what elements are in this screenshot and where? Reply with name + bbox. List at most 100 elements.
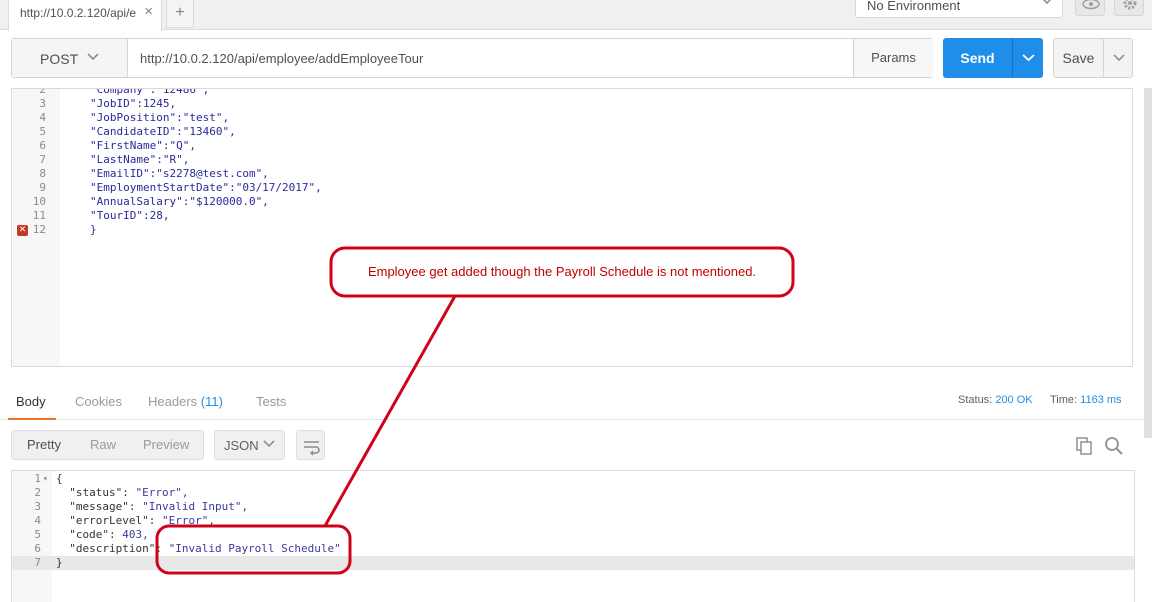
- view-mode-group: Pretty Raw Preview: [11, 430, 204, 460]
- chevron-down-icon: [87, 53, 99, 61]
- line-number: 4: [39, 111, 46, 124]
- line-number: 9: [39, 181, 46, 194]
- tab-headers[interactable]: Headers (11): [148, 394, 223, 409]
- json-entry: "code": 403,: [56, 528, 149, 542]
- postman-window: http://10.0.2.120/api/e × + No Environme…: [0, 0, 1152, 602]
- eye-icon[interactable]: [1075, 0, 1105, 16]
- code-text: "AnnualSalary":"$120000.0",: [90, 195, 269, 208]
- line-number: 5: [39, 125, 46, 138]
- environment-label: No Environment: [867, 0, 961, 13]
- code-line: 5 "CandidateID":"13460",: [12, 125, 1132, 139]
- json-separator: :: [148, 514, 162, 527]
- fold-toggle-icon[interactable]: ▾: [43, 472, 48, 486]
- line-number: 4: [34, 514, 41, 527]
- send-button[interactable]: Send: [943, 38, 1043, 78]
- response-line: 3 "message": "Invalid Input",: [12, 500, 1134, 514]
- preview-button[interactable]: Preview: [143, 431, 189, 459]
- annotation-text: Employee get added though the Payroll Sc…: [367, 264, 757, 279]
- method-select[interactable]: POST: [12, 39, 128, 77]
- json-separator: :: [155, 542, 169, 555]
- request-tab-bar: http://10.0.2.120/api/e × + No Environme…: [0, 0, 1152, 31]
- line-number: 2: [39, 88, 46, 96]
- json-key: "description": [69, 542, 156, 555]
- tab-body[interactable]: Body: [16, 394, 46, 409]
- json-value: "Error",: [135, 486, 189, 499]
- code-text: "FirstName":"Q",: [90, 139, 196, 152]
- url-input[interactable]: http://10.0.2.120/api/employee/addEmploy…: [140, 51, 423, 66]
- chevron-down-icon: [1042, 0, 1052, 5]
- code-text: "EmailID":"s2278@test.com",: [90, 167, 269, 180]
- line-number: 6: [34, 542, 41, 555]
- environment-select[interactable]: No Environment: [855, 0, 1063, 18]
- copy-icon[interactable]: [1075, 436, 1095, 456]
- chevron-down-icon: [263, 440, 275, 448]
- request-tab[interactable]: http://10.0.2.120/api/e ×: [8, 0, 162, 31]
- code-line: 3 "JobID":1245,: [12, 97, 1132, 111]
- json-entry: "status": "Error",: [56, 486, 188, 500]
- save-button[interactable]: Save: [1053, 38, 1133, 78]
- json-brace: {: [56, 472, 63, 485]
- line-number: 7: [34, 556, 41, 569]
- params-button[interactable]: Params: [853, 39, 933, 77]
- json-value: "Invalid Payroll Schedule": [168, 542, 341, 555]
- code-line: 8 "EmailID":"s2278@test.com",: [12, 167, 1132, 181]
- line-number: 7: [39, 153, 46, 166]
- status-value: 200 OK: [995, 394, 1033, 406]
- code-text: }: [90, 223, 97, 236]
- format-select[interactable]: JSON: [214, 430, 285, 460]
- raw-button[interactable]: Raw: [90, 431, 116, 459]
- gear-icon[interactable]: [1114, 0, 1144, 16]
- code-line: 4 "JobPosition":"test",: [12, 111, 1132, 125]
- search-icon[interactable]: [1104, 436, 1124, 456]
- code-line: 9 "EmploymentStartDate":"03/17/2017",: [12, 181, 1132, 195]
- pretty-button[interactable]: Pretty: [27, 431, 61, 459]
- line-number: 10: [32, 195, 46, 208]
- send-options-button[interactable]: [1012, 38, 1043, 78]
- method-label: POST: [40, 51, 79, 67]
- json-key: "status": [69, 486, 123, 499]
- request-body-editor[interactable]: 2 "Company":"12486", 3 "JobID":1245, 4 "JobPo…: [11, 88, 1133, 367]
- save-label: Save: [1062, 50, 1095, 66]
- tab-tests[interactable]: Tests: [256, 394, 286, 409]
- code-text: "EmploymentStartDate":"03/17/2017",: [90, 181, 322, 194]
- headers-count-badge: (11): [200, 394, 223, 409]
- line-number: 3: [39, 97, 46, 110]
- json-separator: :: [109, 528, 123, 541]
- code-text: "TourID":28,: [90, 209, 170, 222]
- response-line: 4 "errorLevel": "Error",: [12, 514, 1134, 528]
- json-value: 403,: [122, 528, 149, 541]
- chevron-down-icon: [1113, 54, 1125, 62]
- json-value: "Error",: [161, 514, 215, 527]
- format-label: JSON: [224, 438, 259, 453]
- time-value: 1163 ms: [1080, 394, 1122, 406]
- code-text: "JobPosition":"test",: [90, 111, 230, 124]
- status-readout: Status: 200 OK: [958, 394, 1033, 406]
- response-tabs: Body Cookies Headers (11) Tests Status: …: [0, 384, 1152, 420]
- send-label: Send: [960, 50, 995, 66]
- response-line: 7}: [12, 556, 1134, 570]
- code-line: ✕ 12}: [12, 223, 1132, 237]
- code-text: "JobID":1245,: [90, 97, 177, 110]
- request-tab-label: http://10.0.2.120/api/e: [20, 6, 137, 20]
- code-line: 11 "TourID":28,: [12, 209, 1132, 223]
- line-number: 2: [34, 486, 41, 499]
- code-line: 7 "LastName":"R",: [12, 153, 1132, 167]
- json-entry: "message": "Invalid Input",: [56, 500, 248, 514]
- line-number: 3: [34, 500, 41, 513]
- response-line: 6 "description": "Invalid Payroll Schedu…: [12, 542, 1134, 556]
- tab-cookies[interactable]: Cookies: [75, 394, 122, 409]
- code-line: 2 "Company":"12486",: [12, 88, 1132, 97]
- wrap-lines-button[interactable]: [296, 430, 325, 460]
- close-icon[interactable]: ×: [144, 4, 153, 20]
- time-label: Time:: [1050, 394, 1078, 406]
- new-tab-button[interactable]: +: [166, 0, 194, 28]
- active-tab-indicator: [8, 418, 56, 420]
- json-entry: "description": "Invalid Payroll Schedule…: [56, 542, 341, 556]
- save-options-button[interactable]: [1103, 39, 1133, 77]
- response-body-viewer[interactable]: 1 ▾{2 "status": "Error", 3 "message": "Inv…: [11, 470, 1135, 602]
- code-line: 10 "AnnualSalary":"$120000.0",: [12, 195, 1132, 209]
